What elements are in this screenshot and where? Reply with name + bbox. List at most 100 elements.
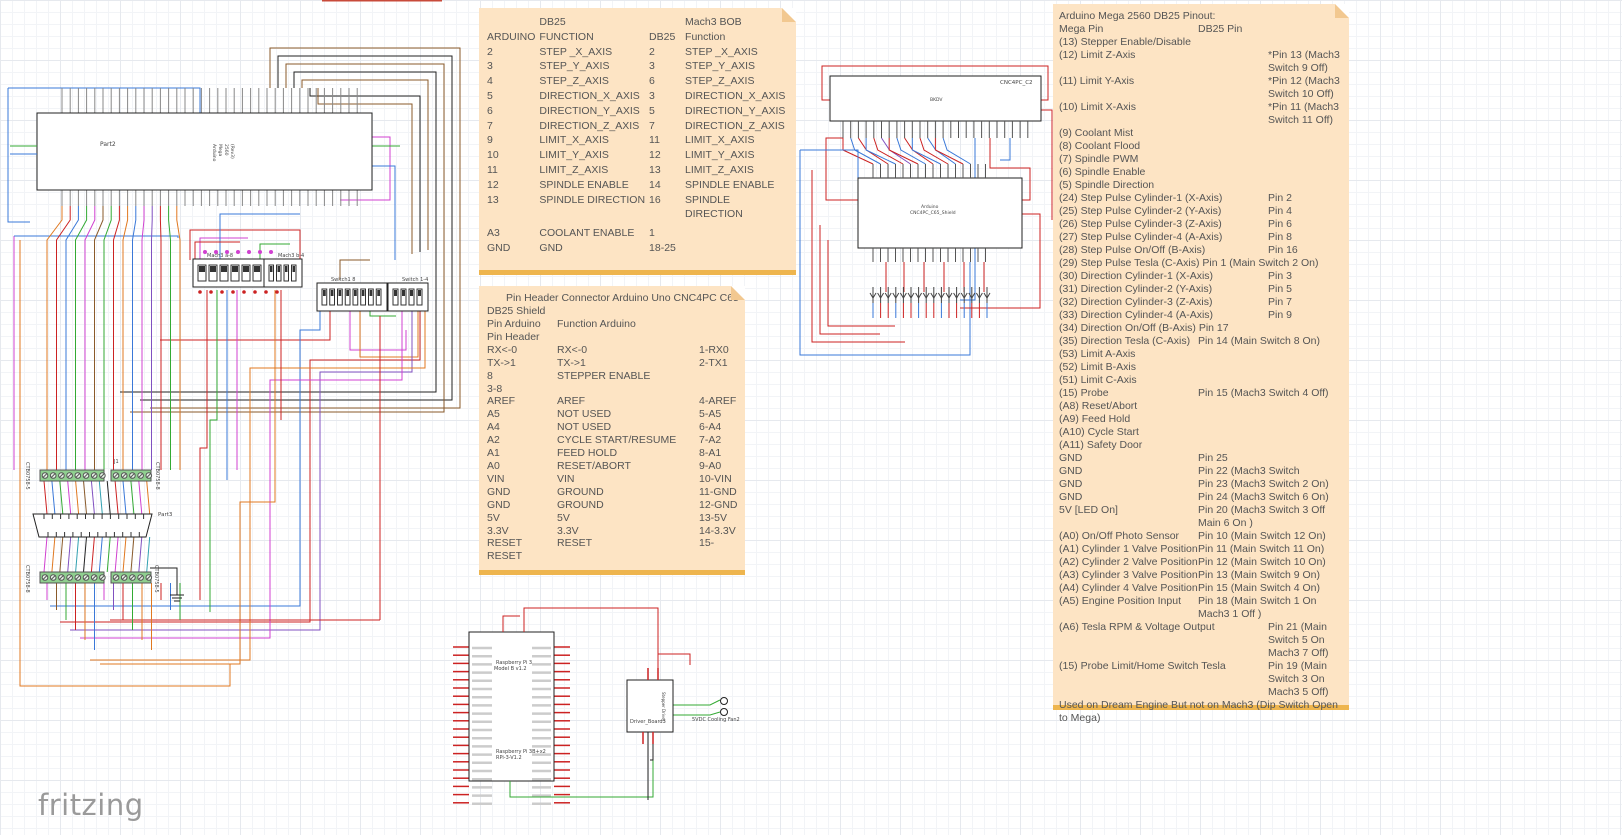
db25-map-row: 11 LIMIT_Z_AXIS 13 LIMIT_Z_AXIS [487,163,754,176]
cnc-header-label: CNC4PC_C2 [1000,80,1033,86]
mega-pin-row: (34) Direction On/Off (B-Axis) Pin 17 [1059,322,1229,334]
fritzing-logo: fritzing [38,788,144,822]
cnc-shield-sub: CNC4PC_C65_Shield [910,210,956,216]
mega-pin-row: (5) Spindle Direction [1059,179,1155,191]
db25-connector[interactable]: Part3 [32,512,173,538]
db25-map-row: 7 DIRECTION_Z_AXIS 7 DIRECTION_Z_AXIS [487,119,785,132]
mega-pin-row: (A8) Reset/Abort [1059,400,1138,412]
raspberry-pi[interactable]: Raspberry Pi 3 Model B v1.2 Raspberry Pi… [453,631,570,806]
mega-pin-row: (9) Coolant Mist [1059,127,1134,139]
mega-note-title: Arduino Mega 2560 DB25 Pinout: [1059,10,1216,22]
db25-map-row: 2 STEP _X_AXIS 2 STEP _X_AXIS [487,45,758,58]
terminal-block-j1[interactable]: J1 CTB0758-8 [110,459,160,490]
schematic-canvas[interactable]: Part2 Arduino Mega 2560 (Rev3) Mach3 a-8… [0,0,1622,835]
mega-pin-row: (7) Spindle PWM [1059,153,1139,165]
note-db25-mapping[interactable]: ARDUINO DB25 FUNCTION DB25 Mach3 BOB Funct… [479,8,796,275]
driver-side-label: Stepper Driver [661,692,666,722]
mega-subtitle-3: 2560 [223,144,229,156]
pinheader-title-2: DB25 Shield [487,305,546,317]
pinheader-row: RESET RESET 15- [487,537,715,550]
mega-label: Part2 [100,141,116,148]
pinheader-row: RX<-0 RX<-0 1-RX0 [487,343,729,356]
db25-map-row: 13 SPINDLE DIRECTION 16 SPINDLE DIRECTION [487,193,743,221]
db25-map-row: 6 DIRECTION_Y_AXIS 5 DIRECTION_Y_AXIS [487,104,786,117]
mega-pin-row: (A10) Cycle Start [1059,426,1139,438]
mega-pin-row: (A1) Cylinder 1 Valve Position Pin 11 (Ma… [1059,543,1325,555]
mega-pin-row: (15) Probe Pin 15 (Mach3 Switch 4 Off) [1059,387,1329,399]
mega-subtitle-4: (Rev3) [229,144,235,159]
dip-label: Mach3 a-8 [207,253,233,259]
pinheader-row: A1 FEED HOLD 8-A1 [487,447,722,460]
db25-map-row: A3 COOLANT ENABLE 1 [487,227,655,240]
mega-board[interactable]: Part2 Arduino Mega 2560 (Rev3) [10,88,373,206]
mega-pin-row: (25) Step Pulse Cylinder-2 (Y-Axis) Pin 4 [1059,205,1292,217]
db25-map-row: 5 DIRECTION_X_AXIS 3 DIRECTION_X_AXIS [487,89,786,102]
mega-pin-row: (11) Limit Y-Axis *Pin 12 (Mach3 Switch 1… [1059,75,1340,100]
db25-map-row: 10 LIMIT_Y_AXIS 12 LIMIT_Y_AXIS [487,149,755,162]
mega-pin-row: GND Pin 23 (Mach3 Switch 2 On) [1059,478,1329,490]
mega-pin-row: (A11) Safety Door [1059,439,1143,451]
mega-pin-row: GND Pin 24 (Mach3 Switch 6 On) [1059,491,1329,503]
mega-subtitle-2: Mega [217,144,223,157]
mega-pin-row: (51) Limit C-Axis [1059,374,1137,386]
cnc-pin-arrows [869,287,991,318]
mega-pin-row: (53) Limit A-Axis [1059,348,1136,360]
mega-pin-row: (A6) Tesla RPM & Voltage Output Pin 21 (M… [1059,621,1329,659]
pinheader-row: 5V 5V 13-5V [487,511,728,524]
pinheader-header-row: Pin Arduino Pin Header Function Arduino [487,318,636,343]
pinheader-row: 3-8 [487,382,503,395]
pinheader-row: 8 STEPPER ENABLE [487,369,651,382]
db25-map-row: 9 LIMIT_X_AXIS 11 LIMIT_X_AXIS [487,134,755,147]
pinheader-row: VIN VIN 10-VIN [487,472,732,485]
terminal-block-j4[interactable]: CTB0758-5 [24,462,106,490]
pinheader-row: GND GROUND 12-GND [487,498,738,511]
driver-board[interactable]: Driver_Board3 Stepper Driver [626,668,674,744]
mega-pin-row: (A2) Cylinder 2 Valve Position Pin 12 (Ma… [1059,556,1326,568]
mega-pin-row: (31) Direction Cylinder-2 (Y-Axis) Pin 5 [1059,283,1292,295]
mega-pin-row: (30) Direction Cylinder-1 (X-Axis) Pin 3 [1059,270,1292,282]
pinheader-row: TX->1 TX->1 2-TX1 [487,356,728,369]
mega-pin-row: (32) Direction Cylinder-3 (Z-Axis) Pin 7 [1059,296,1292,308]
mega-pin-row: (A9) Feed Hold [1059,413,1131,425]
cnc-shield[interactable]: Arduino CNC4PC_C65_Shield [857,164,1023,262]
dip-label: Switch 1-4 [402,277,428,283]
fan-label: 5VDC Cooling Fan2 [692,717,740,723]
mega-pin-row: (52) Limit B-Axis [1059,361,1137,373]
mega-pin-row: (A0) On/Off Photo Sensor Pin 10 (Main Swi… [1059,530,1326,542]
pinheader-row: 3.3V 3.3V 14-3.3V [487,524,736,537]
mega-pin-row: (8) Coolant Flood [1059,140,1141,152]
mega-pin-row: (35) Direction Tesla (C-Axis) Pin 14 (Mai… [1059,335,1320,347]
rpi-footer-2: RPi-3-V1.2 [496,755,522,761]
pinheader-title-1: Pin Header Connector Arduino Uno CNC4PC … [506,292,739,304]
mega-pin-row: Mega Pin DB25 Pin [1059,23,1243,35]
mega-pin-row: Used on Dream Engine But not on Mach3 (D… [1059,699,1338,724]
mega-pin-row: (15) Probe Limit/Home Switch Tesla Pin 19… [1059,660,1329,698]
driver-label: Driver_Board3 [630,719,666,725]
mega-pin-row: (24) Step Pulse Cylinder-1 (X-Axis) Pin 2 [1059,192,1292,204]
note-pin-header[interactable]: Pin Header Connector Arduino Uno CNC4PC … [479,286,745,575]
note-mega-pinout[interactable]: Arduino Mega 2560 DB25 Pinout: Mega Pin D… [1053,4,1349,724]
mega-pin-row: GND Pin 25 [1059,452,1228,464]
dip-switches[interactable]: Mach3 a-8 Mach3 b-4 Switch1 8 Switch 1-4 [192,250,429,312]
terminal-block-j10[interactable]: CTB0758-8 [24,565,106,593]
pinheader-row: RESET [487,550,523,563]
db25-map-row: 3 STEP_Y_AXIS 3 STEP_Y_AXIS [487,60,756,73]
db25-label: Part3 [158,512,173,518]
j4-label: CTB0758-5 [24,462,30,490]
dip-label: Switch1 8 [331,277,355,283]
pinheader-row: A0 RESET/ABORT 9-A0 [487,459,722,472]
db25-map-row: GND GND 18-25 [487,241,676,254]
j1-ctb-label: CTB0758-8 [154,462,160,490]
cnc4pc-header[interactable]: CNC4PC_C2 BKDV [829,75,1042,138]
dip-label: Mach3 b-4 [278,253,304,259]
pinheader-row: A5 NOT USED 5-A5 [487,408,722,421]
pinheader-row: AREF AREF 4-AREF [487,395,737,408]
mega-pin-row: (27) Step Pulse Cylinder-4 (A-Axis) Pin 8 [1059,231,1292,243]
j1-label: J1 [113,459,119,465]
cooling-fan[interactable]: 5VDC Cooling Fan2 [692,697,740,724]
mega-pin-row: (12) Limit Z-Axis *Pin 13 (Mach3 Switch 9… [1059,49,1340,74]
db25-map-row: 4 STEP_Z_AXIS 6 STEP_Z_AXIS [487,75,755,88]
cnc-header-sub: BKDV [930,97,943,103]
pinheader-row: A4 NOT USED 6-A4 [487,421,722,434]
mega-pin-row: (33) Direction Cylinder-4 (A-Axis) Pin 9 [1059,309,1292,321]
